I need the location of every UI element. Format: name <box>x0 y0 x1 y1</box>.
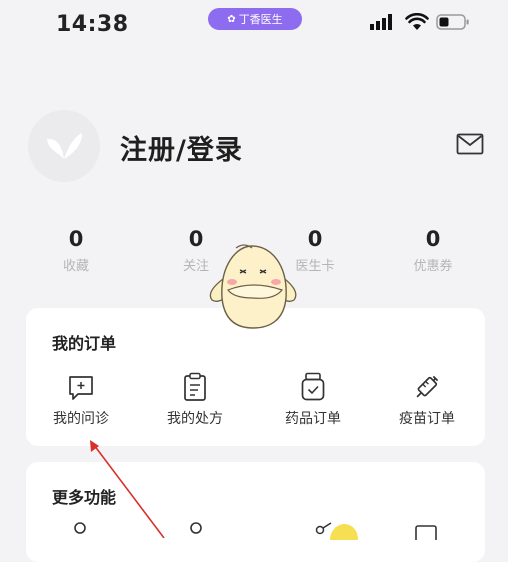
order-item-prescription[interactable]: 我的处方 <box>140 370 250 428</box>
order-item-consultation[interactable]: 我的问诊 <box>26 370 136 428</box>
stat-favorites[interactable]: 0 收藏 <box>31 226 121 274</box>
orders-title: 我的订单 <box>52 334 117 353</box>
order-item-medicine[interactable]: 药品订单 <box>258 370 368 428</box>
avatar[interactable] <box>28 110 100 182</box>
battery-icon <box>436 14 469 30</box>
document-icon[interactable] <box>414 520 438 540</box>
user-outline-icon[interactable] <box>186 520 206 540</box>
mascot-sticker <box>209 244 297 329</box>
stat-value: 0 <box>425 227 441 251</box>
vaccine-order-icon <box>416 375 439 398</box>
wifi-icon <box>405 13 429 30</box>
order-item-label: 我的问诊 <box>53 411 109 427</box>
leaf-icon: ✿ <box>227 13 236 25</box>
order-item-label: 药品订单 <box>285 411 341 427</box>
medicine-order-icon <box>301 372 325 401</box>
more-functions-card: 更多功能 <box>26 462 485 562</box>
stat-label: 收藏 <box>62 259 89 274</box>
signal-icon <box>370 14 392 30</box>
order-item-vaccine[interactable]: 疫苗订单 <box>372 370 482 428</box>
stat-coupons[interactable]: 0 优惠券 <box>388 226 478 274</box>
consultation-icon <box>69 376 93 400</box>
status-time: 14:38 <box>56 12 129 37</box>
stat-value: 0 <box>68 227 84 251</box>
stat-label: 优惠券 <box>413 259 453 274</box>
app-pill[interactable]: ✿ 丁香医生 <box>208 8 302 30</box>
app-pill-label: 丁香医生 <box>238 13 283 26</box>
order-item-label: 我的处方 <box>167 411 223 427</box>
butterfly-logo-icon <box>47 133 82 159</box>
user-icon[interactable] <box>70 520 90 540</box>
prescription-icon <box>184 372 206 401</box>
order-item-label: 疫苗订单 <box>399 411 455 427</box>
mail-icon[interactable] <box>456 133 484 155</box>
login-register-link[interactable]: 注册/登录 <box>120 128 243 167</box>
more-functions-title: 更多功能 <box>52 488 117 507</box>
